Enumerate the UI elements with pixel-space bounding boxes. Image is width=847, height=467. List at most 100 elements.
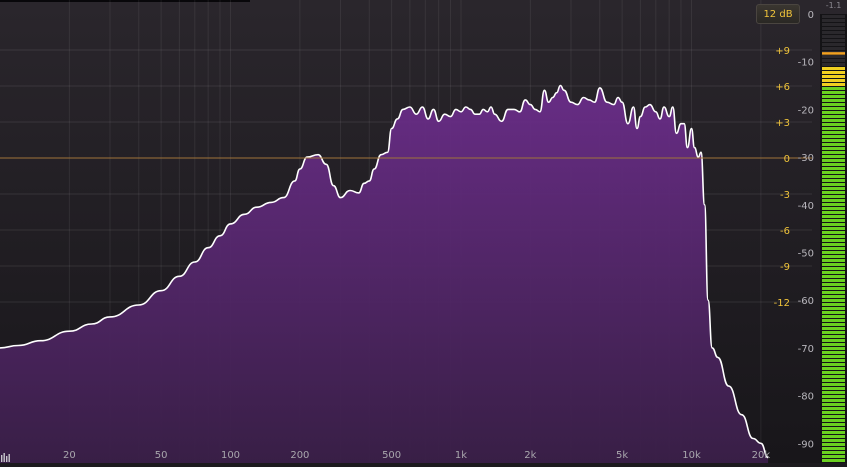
- meter-segment: [822, 83, 845, 86]
- meter-segment: [822, 295, 845, 298]
- meter-segment: [822, 171, 845, 174]
- meter-segment: [822, 231, 845, 234]
- meter-segment: [822, 347, 845, 350]
- meter-segment: [822, 155, 845, 158]
- freq-tick-label: 200: [290, 450, 309, 461]
- db-tick-label: -40: [798, 201, 814, 212]
- meter-segment: [822, 175, 845, 178]
- meter-segment: [822, 263, 845, 266]
- gain-tick-label: +6: [775, 82, 790, 93]
- db-tick-label: -60: [798, 296, 814, 307]
- meter-segment: [822, 423, 845, 426]
- freq-tick-label: 20: [63, 450, 76, 461]
- meter-segment: [822, 255, 845, 258]
- meter-segment: [822, 67, 845, 70]
- gain-tick-label: -6: [780, 226, 790, 237]
- gain-tick-label: +9: [775, 46, 790, 57]
- meter-segment: [822, 223, 845, 226]
- peak-readout: -1.1: [825, 1, 842, 10]
- bars-icon[interactable]: [0, 448, 12, 462]
- meter-segment: [822, 363, 845, 366]
- meter-segment: [822, 187, 845, 190]
- meter-segment: [822, 243, 845, 246]
- meter-segment: [822, 163, 845, 166]
- meter-segment: [822, 215, 845, 218]
- meter-segment: [822, 47, 845, 50]
- meter-segment: [822, 99, 845, 102]
- meter-segment: [822, 239, 845, 242]
- meter-segment: [822, 371, 845, 374]
- meter-segment: [822, 343, 845, 346]
- meter-segment: [822, 75, 845, 78]
- meter-segment: [822, 283, 845, 286]
- meter-segment: [822, 303, 845, 306]
- meter-segment: [822, 207, 845, 210]
- meter-segment: [822, 439, 845, 442]
- meter-segment: [822, 79, 845, 82]
- meter-segment: [822, 115, 845, 118]
- meter-segment: [822, 183, 845, 186]
- meter-segment: [822, 247, 845, 250]
- meter-segment: [822, 427, 845, 430]
- meter-segment: [822, 407, 845, 410]
- meter-segment: [822, 403, 845, 406]
- meter-segment: [822, 375, 845, 378]
- freq-tick-label: 100: [221, 450, 240, 461]
- meter-segment: [822, 123, 845, 126]
- meter-segment: [822, 299, 845, 302]
- meter-segment: [822, 359, 845, 362]
- meter-segment: [822, 143, 845, 146]
- meter-segment: [822, 327, 845, 330]
- meter-segment: [822, 203, 845, 206]
- gain-tick-label: -12: [774, 298, 790, 309]
- meter-segment: [822, 87, 845, 90]
- meter-segment: [822, 339, 845, 342]
- meter-segment: [822, 447, 845, 450]
- meter-segment: [822, 127, 845, 130]
- meter-segment: [822, 119, 845, 122]
- freq-tick-label: 50: [155, 450, 168, 461]
- meter-segment: [822, 431, 845, 434]
- level-meter: [820, 14, 847, 463]
- spectrum-analyzer-display[interactable]: 20 50 100 200 500 1k 2k 5k 10k 20k +9 +6 +3 0 -3 -6 -9 -1…: [0, 0, 847, 463]
- meter-segment: [822, 311, 845, 314]
- range-12db-button[interactable]: 12 dB: [756, 4, 800, 24]
- meter-segment: [822, 15, 845, 18]
- db-tick-label: -20: [798, 105, 814, 116]
- meter-segment: [822, 71, 845, 74]
- db-tick-label: -10: [798, 58, 814, 69]
- gain-tick-label: -9: [780, 262, 790, 273]
- db-tick-label: 0: [808, 10, 814, 21]
- meter-segment: [822, 55, 845, 58]
- meter-segment: [822, 235, 845, 238]
- db-tick-label: -80: [798, 392, 814, 403]
- freq-tick-label: 2k: [524, 450, 536, 461]
- meter-segment: [822, 455, 845, 458]
- meter-segment: [822, 167, 845, 170]
- meter-segment: [822, 355, 845, 358]
- meter-segment: [822, 91, 845, 94]
- freq-tick-label: 5k: [616, 450, 628, 461]
- meter-segment: [822, 95, 845, 98]
- meter-segment: [822, 43, 845, 46]
- meter-segment: [822, 35, 845, 38]
- meter-segment: [822, 103, 845, 106]
- gain-tick-label: +3: [775, 118, 790, 129]
- meter-segment: [822, 211, 845, 214]
- meter-segment: [822, 399, 845, 402]
- gain-tick-label: -3: [780, 190, 790, 201]
- meter-segment: [822, 227, 845, 230]
- meter-segment: [822, 335, 845, 338]
- meter-segment: [822, 315, 845, 318]
- meter-segment: [822, 111, 845, 114]
- meter-segment: [822, 19, 845, 22]
- meter-segment: [822, 31, 845, 34]
- meter-segment: [822, 419, 845, 422]
- meter-segment: [822, 271, 845, 274]
- meter-segment: [822, 367, 845, 370]
- freq-tick-label: 10k: [682, 450, 701, 461]
- meter-segment: [822, 451, 845, 454]
- meter-segment: [822, 39, 845, 42]
- gain-tick-label: 0: [784, 154, 790, 165]
- meter-segment: [822, 287, 845, 290]
